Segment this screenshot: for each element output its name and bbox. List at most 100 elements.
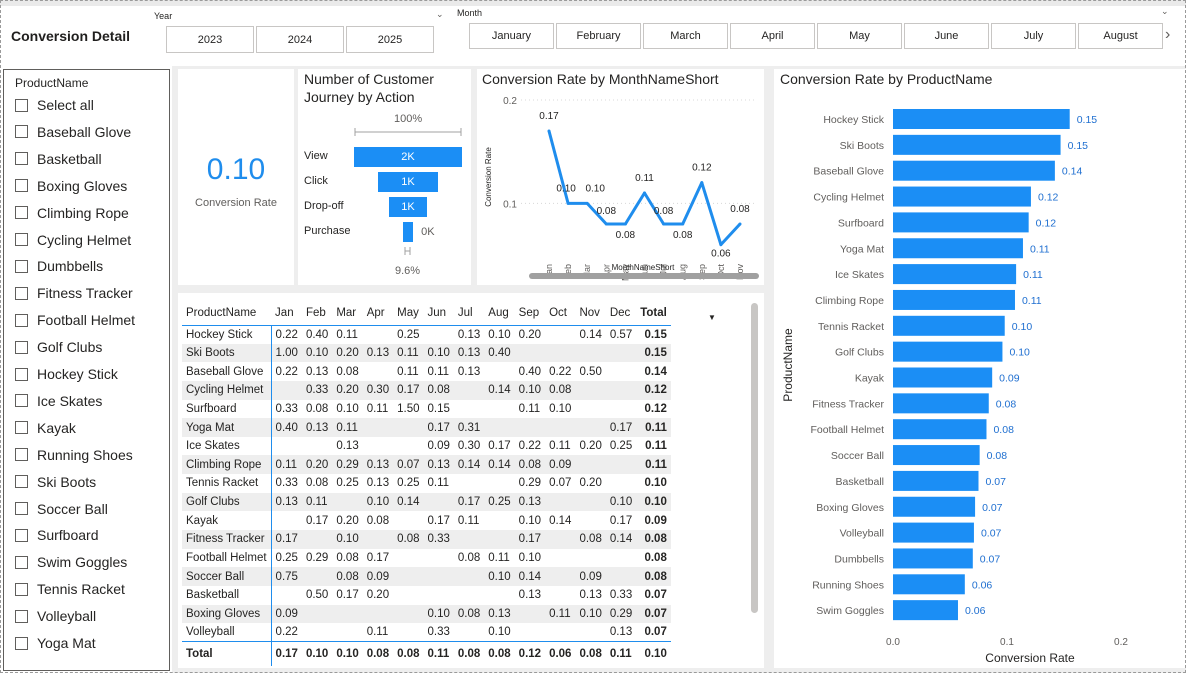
month-option[interactable]: March: [643, 23, 728, 49]
table-row[interactable]: Fitness Tracker 0.17 0.10 0.08 0.33 0.17 0.08 0…: [182, 530, 671, 549]
funnel-stage-bar[interactable]: [402, 222, 414, 242]
product-option[interactable]: Fitness Tracker: [15, 283, 133, 303]
table-row[interactable]: Soccer Ball 0.75 0.08 0.09 0.10 0.14 0.09 0.08: [182, 567, 671, 586]
bar[interactable]: [893, 289, 1015, 310]
column-header[interactable]: Sep: [514, 301, 546, 326]
column-header[interactable]: Aug: [484, 301, 515, 326]
product-option[interactable]: Football Helmet: [15, 310, 135, 330]
checkbox[interactable]: [15, 259, 28, 273]
table-row[interactable]: Hockey Stick 0.22 0.40 0.11 0.25 0.13 0.10 0.20…: [182, 325, 671, 344]
checkbox[interactable]: [15, 125, 28, 139]
product-option[interactable]: Swim Goggles: [15, 552, 127, 572]
data-point[interactable]: [623, 222, 627, 226]
checkbox[interactable]: [15, 313, 28, 327]
data-point[interactable]: [662, 222, 666, 226]
product-option[interactable]: Kayak: [15, 418, 76, 438]
checkbox[interactable]: [15, 475, 28, 489]
checkbox[interactable]: [15, 394, 28, 408]
checkbox[interactable]: [15, 448, 28, 462]
month-slicer-chevron-down-icon[interactable]: ⌄: [1161, 6, 1169, 17]
product-option[interactable]: Running Shoes: [15, 445, 133, 465]
product-option[interactable]: Cycling Helmet: [15, 230, 131, 250]
bar[interactable]: [893, 470, 979, 491]
table-row[interactable]: Golf Clubs 0.13 0.11 0.10 0.14 0.17 0.25 0.13 0.…: [182, 492, 671, 512]
bar[interactable]: [893, 445, 980, 466]
table-row[interactable]: Climbing Rope 0.11 0.20 0.29 0.13 0.07 0.13 0.1…: [182, 455, 671, 475]
column-header[interactable]: Apr: [362, 301, 394, 326]
table-row[interactable]: Volleyball 0.22 0.11 0.33 0.10 0.13 0.07: [182, 623, 671, 642]
checkbox[interactable]: [15, 421, 28, 435]
column-header[interactable]: Jun: [423, 301, 454, 326]
month-option[interactable]: May: [817, 23, 902, 49]
month-option[interactable]: January: [469, 23, 554, 49]
product-option[interactable]: Yoga Mat: [15, 633, 96, 653]
bar[interactable]: [893, 238, 1023, 259]
column-header[interactable]: Nov: [575, 301, 606, 326]
data-point[interactable]: [719, 243, 723, 247]
checkbox[interactable]: [15, 555, 28, 569]
checkbox[interactable]: [15, 367, 28, 381]
sort-descending-icon[interactable]: ▼: [708, 313, 716, 322]
product-option[interactable]: Tennis Racket: [15, 579, 125, 599]
checkbox[interactable]: [15, 233, 28, 246]
month-option[interactable]: February: [556, 23, 641, 49]
checkbox[interactable]: [15, 582, 28, 596]
bar[interactable]: [893, 496, 976, 517]
table-row[interactable]: Baseball Glove 0.22 0.13 0.08 0.11 0.11 0.13 0.…: [182, 362, 671, 381]
bar[interactable]: [893, 393, 989, 414]
x-scrollbar[interactable]: [529, 273, 759, 279]
bar[interactable]: [893, 315, 1005, 336]
data-point[interactable]: [585, 201, 589, 205]
month-option[interactable]: July: [991, 23, 1076, 49]
product-option[interactable]: Surfboard: [15, 525, 98, 545]
checkbox[interactable]: [15, 179, 28, 193]
data-point[interactable]: [547, 129, 551, 133]
column-header[interactable]: Mar: [332, 301, 363, 326]
month-option[interactable]: April: [730, 23, 815, 49]
funnel-stage-bar[interactable]: 2K: [354, 147, 462, 167]
bar[interactable]: [893, 186, 1031, 207]
table-row[interactable]: Kayak 0.17 0.20 0.08 0.17 0.11 0.10 0.14 0.17 0.0…: [182, 511, 671, 531]
table-row[interactable]: Ice Skates 0.13 0.09 0.30 0.17 0.22 0.11 0.20 0.…: [182, 436, 671, 456]
product-option[interactable]: Ski Boots: [15, 472, 96, 492]
bar[interactable]: [893, 160, 1055, 181]
product-option[interactable]: Basketball: [15, 149, 102, 169]
bar[interactable]: [893, 212, 1029, 233]
bar[interactable]: [893, 341, 1003, 362]
product-option[interactable]: Climbing Rope: [15, 203, 129, 223]
year-option[interactable]: 2024: [256, 26, 344, 53]
year-option[interactable]: 2025: [346, 26, 434, 53]
checkbox[interactable]: [15, 340, 28, 354]
product-option[interactable]: Golf Clubs: [15, 337, 102, 357]
matrix-scrollbar[interactable]: [751, 303, 758, 613]
product-option[interactable]: Soccer Ball: [15, 499, 108, 519]
table-row[interactable]: Basketball 0.50 0.17 0.20 0.13 0.13 0.33 0.07: [182, 585, 671, 605]
checkbox[interactable]: [15, 286, 28, 300]
checkbox[interactable]: [15, 502, 28, 515]
year-option[interactable]: 2023: [166, 26, 254, 53]
product-option[interactable]: Ice Skates: [15, 391, 102, 411]
bar[interactable]: [893, 109, 1070, 129]
column-header[interactable]: Total: [636, 301, 671, 326]
product-option[interactable]: Baseball Glove: [15, 122, 131, 142]
table-row[interactable]: Boxing Gloves 0.09 0.10 0.08 0.13 0.11 0.10 0.2…: [182, 604, 671, 624]
bar[interactable]: [893, 134, 1061, 155]
checkbox[interactable]: [15, 609, 28, 623]
bar[interactable]: [893, 522, 974, 543]
column-header[interactable]: Oct: [545, 301, 576, 326]
table-row[interactable]: Ski Boots 1.00 0.10 0.20 0.13 0.11 0.10 0.13 0.4…: [182, 343, 671, 363]
table-row[interactable]: Surfboard 0.33 0.08 0.10 0.11 1.50 0.15 0.11 0.1…: [182, 399, 671, 419]
column-header[interactable]: Dec: [605, 301, 637, 326]
data-point[interactable]: [738, 222, 742, 226]
bar[interactable]: [893, 367, 993, 388]
data-point[interactable]: [681, 222, 685, 226]
month-option[interactable]: August: [1078, 23, 1163, 49]
month-next-arrow-icon[interactable]: ›: [1165, 26, 1170, 44]
product-option[interactable]: Hockey Stick: [15, 364, 118, 384]
select-all-option[interactable]: Select all: [15, 95, 94, 115]
table-row[interactable]: Tennis Racket 0.33 0.08 0.25 0.13 0.25 0.11 0.2…: [182, 474, 671, 493]
bar[interactable]: [893, 574, 965, 595]
series-line[interactable]: [547, 130, 742, 247]
checkbox[interactable]: [15, 528, 28, 542]
column-header[interactable]: Jan: [271, 301, 302, 326]
